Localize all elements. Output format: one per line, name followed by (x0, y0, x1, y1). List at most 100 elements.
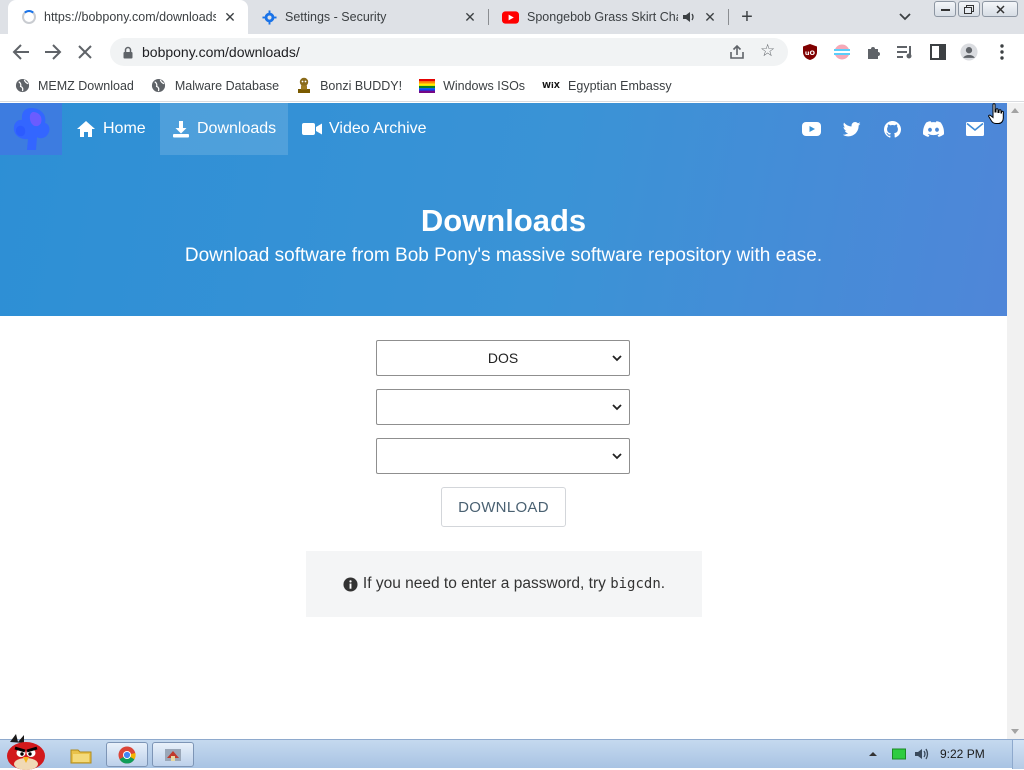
show-hidden-icons-arrow-icon[interactable] (868, 750, 878, 758)
download-icon (173, 121, 189, 138)
info-circle-icon (343, 576, 358, 592)
bookmark-label: Bonzi BUDDY! (320, 78, 403, 93)
restore-icon[interactable] (958, 1, 980, 17)
email-icon[interactable] (965, 120, 985, 138)
windows-taskbar: 9:22 PM (0, 734, 1024, 770)
angry-birds-start-icon[interactable] (2, 732, 50, 770)
discord-icon[interactable] (922, 120, 944, 138)
volume-icon[interactable] (914, 747, 930, 761)
scroll-down-arrow-icon[interactable] (1011, 729, 1019, 734)
scroll-up-arrow-icon[interactable] (1011, 108, 1019, 113)
minimize-icon[interactable] (934, 1, 956, 17)
profile-avatar-icon[interactable] (960, 43, 978, 61)
rainbow-flag-icon (419, 78, 436, 94)
network-status-icon[interactable] (892, 748, 906, 760)
url-text: bobpony.com/downloads/ (142, 44, 300, 60)
tab-search-chevron-icon[interactable] (896, 8, 914, 26)
audio-playing-icon[interactable] (682, 11, 696, 23)
browser-tab-strip: https://bobpony.com/downloads ✕ Settings… (0, 0, 1024, 34)
tab-bobpony-downloads[interactable]: https://bobpony.com/downloads ✕ (8, 0, 248, 34)
share-icon[interactable] (728, 43, 746, 61)
explorer-icon (70, 749, 92, 763)
extensions-puzzle-icon[interactable] (865, 43, 883, 61)
app-icon (165, 748, 181, 761)
vertical-scrollbar[interactable] (1007, 103, 1024, 739)
twitter-icon[interactable] (842, 120, 862, 138)
nav-home[interactable]: Home (64, 103, 158, 155)
category-select[interactable] (376, 389, 630, 425)
stop-loading-icon[interactable] (74, 41, 96, 63)
bookmark-label: Egyptian Embassy (568, 78, 672, 93)
web-page-viewport: Home Downloads Video Archive Downloads D… (0, 103, 1007, 739)
ublock-origin-icon[interactable]: uO (801, 43, 819, 61)
close-tab-icon[interactable]: ✕ (222, 9, 238, 25)
bonzi-icon (296, 77, 312, 94)
os-select[interactable]: DOS (376, 340, 630, 376)
globe-icon (14, 78, 30, 94)
address-bar[interactable]: bobpony.com/downloads/ ☆ (110, 38, 788, 66)
tab-title: Spongebob Grass Skirt Chase (527, 10, 678, 24)
show-desktop-button[interactable] (1012, 740, 1024, 769)
bookmark-star-icon[interactable]: ☆ (760, 41, 775, 61)
bookmark-label: Windows ISOs (443, 78, 526, 93)
youtube-icon (502, 10, 519, 24)
youtube-icon[interactable] (801, 120, 821, 138)
site-navbar: Home Downloads Video Archive (0, 103, 1007, 155)
tab-separator (728, 9, 729, 25)
taskbar-clock[interactable]: 9:22 PM (940, 747, 985, 761)
site-logo[interactable] (0, 103, 62, 155)
new-tab-plus-icon[interactable]: + (736, 6, 758, 28)
video-icon (302, 123, 322, 135)
chrome-menu-kebab-icon[interactable] (993, 43, 1011, 61)
nav-downloads-label: Downloads (197, 120, 277, 137)
side-panel-icon[interactable] (929, 43, 947, 61)
bookmark-bonzi-buddy[interactable]: Bonzi BUDDY! (296, 77, 403, 94)
chrome-icon (118, 746, 136, 764)
chevron-down-icon (612, 404, 622, 411)
page-subtitle: Download software from Bob Pony's massiv… (184, 245, 823, 266)
hand-cursor-icon (988, 103, 1004, 124)
software-select[interactable] (376, 438, 630, 474)
bookmarks-bar: MEMZ Download Malware Database Bonzi BUD… (0, 70, 1024, 102)
pride-flag-extension-icon[interactable] (833, 43, 851, 61)
nav-home-label: Home (103, 120, 146, 137)
bookmark-label: MEMZ Download (38, 78, 134, 93)
loading-spinner-icon (22, 10, 36, 24)
os-select-value: DOS (487, 350, 519, 366)
system-tray (868, 740, 930, 768)
wix-icon: WiX (542, 81, 560, 90)
window-controls (934, 1, 1018, 17)
hero-banner: Home Downloads Video Archive Downloads D… (0, 103, 1007, 316)
nav-video-archive-label: Video Archive (329, 120, 427, 137)
app-taskbar-button[interactable] (152, 742, 194, 767)
tab-settings-security[interactable]: Settings - Security ✕ (248, 0, 488, 34)
close-tab-icon[interactable]: ✕ (702, 9, 718, 25)
tab-title: https://bobpony.com/downloads (44, 10, 216, 24)
bookmark-windows-isos[interactable]: Windows ISOs (419, 78, 525, 94)
svg-text:uO: uO (805, 49, 816, 57)
forward-arrow-icon[interactable] (42, 41, 64, 63)
bookmark-egyptian-embassy[interactable]: WiX Egyptian Embassy (542, 78, 672, 94)
nav-downloads[interactable]: Downloads (160, 103, 289, 155)
chevron-down-icon (612, 355, 622, 362)
bookmark-memz-download[interactable]: MEMZ Download (14, 78, 134, 94)
home-icon (77, 121, 95, 137)
bobpony-logo-icon (13, 108, 50, 150)
tab-spongebob[interactable]: Spongebob Grass Skirt Chase ✕ (488, 0, 728, 34)
tab-title: Settings - Security (285, 10, 387, 24)
github-icon[interactable] (882, 120, 902, 138)
media-controls-icon[interactable] (897, 43, 915, 61)
bookmark-malware-database[interactable]: Malware Database (151, 78, 279, 94)
globe-icon (151, 78, 167, 94)
back-arrow-icon[interactable] (10, 41, 32, 63)
file-explorer-taskbar-button[interactable] (60, 742, 102, 767)
close-window-icon[interactable] (982, 1, 1018, 17)
lock-icon[interactable] (120, 44, 136, 60)
close-tab-icon[interactable]: ✕ (462, 9, 478, 25)
download-button[interactable]: DOWNLOAD (441, 487, 566, 527)
page-title: Downloads (420, 203, 587, 238)
chevron-down-icon (612, 453, 622, 460)
info-text: If you need to enter a password, try (362, 575, 611, 592)
nav-video-archive[interactable]: Video Archive (290, 103, 439, 155)
chrome-taskbar-button[interactable] (106, 742, 148, 767)
